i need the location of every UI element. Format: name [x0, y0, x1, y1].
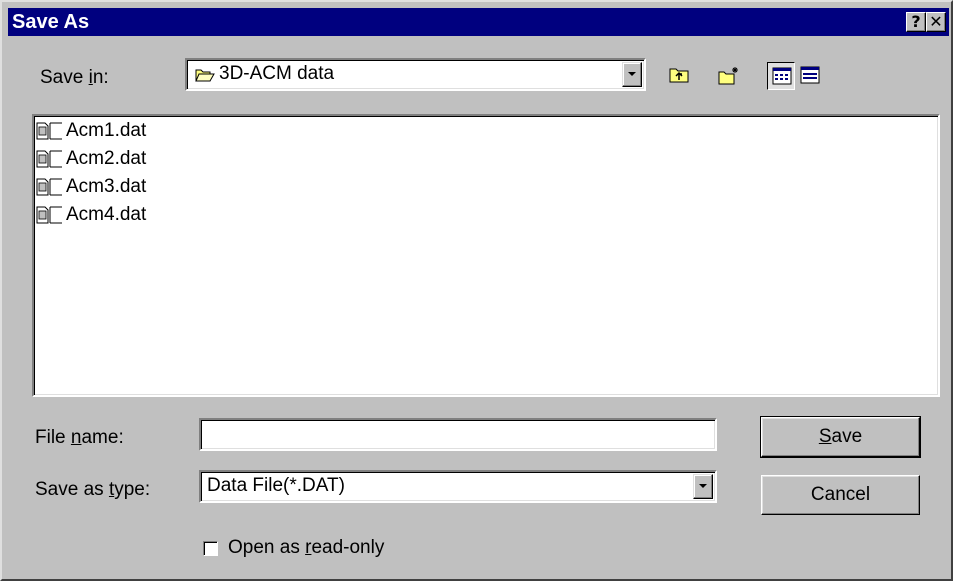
save-as-type-label: Save as type:	[35, 479, 151, 500]
folder-open-icon	[195, 67, 215, 89]
save-as-dialog: Save As ? ✕ Save in: 3D-ACM data Acm1.da…	[0, 0, 953, 581]
save-as-type-value: Data File(*.DAT)	[207, 475, 345, 496]
file-name-label: File name:	[35, 427, 124, 448]
file-icon	[36, 150, 62, 168]
save-in-value: 3D-ACM data	[219, 63, 335, 84]
read-only-label[interactable]: Open as read-only	[228, 537, 384, 559]
close-button[interactable]: ✕	[926, 12, 946, 32]
file-icon	[36, 178, 62, 196]
cancel-button[interactable]: Cancel	[761, 475, 920, 515]
up-one-level-button[interactable]	[665, 62, 693, 90]
save-in-dropdown-button[interactable]	[622, 62, 642, 87]
file-icon	[36, 122, 62, 140]
new-folder-icon	[718, 67, 738, 85]
title-bar[interactable]: Save As ? ✕	[8, 8, 949, 36]
details-view-icon	[800, 66, 820, 84]
file-name-text: Acm3.dat	[66, 176, 147, 197]
file-icon	[36, 206, 62, 224]
help-button[interactable]: ?	[906, 12, 926, 32]
save-as-type-dropdown-button[interactable]	[693, 474, 713, 499]
save-as-type-combo[interactable]: Data File(*.DAT)	[199, 470, 717, 503]
read-only-checkbox[interactable]	[203, 541, 218, 556]
folder-up-icon	[669, 68, 689, 83]
list-view-icon	[772, 67, 792, 85]
save-in-combo[interactable]: 3D-ACM data	[185, 58, 646, 91]
window-title: Save As	[12, 11, 90, 33]
file-list[interactable]: Acm1.dat Acm2.dat Acm3.dat Acm4.dat	[32, 114, 940, 397]
list-view-button[interactable]	[767, 62, 795, 90]
save-in-label: Save in:	[40, 67, 109, 88]
create-new-folder-button[interactable]	[714, 62, 742, 90]
details-view-button[interactable]	[796, 62, 824, 90]
save-button[interactable]: Save	[760, 416, 921, 458]
file-name-text: Acm4.dat	[66, 204, 147, 225]
file-name-text: Acm2.dat	[66, 148, 147, 169]
file-name-text: Acm1.dat	[66, 120, 147, 141]
file-name-input[interactable]	[199, 418, 717, 451]
